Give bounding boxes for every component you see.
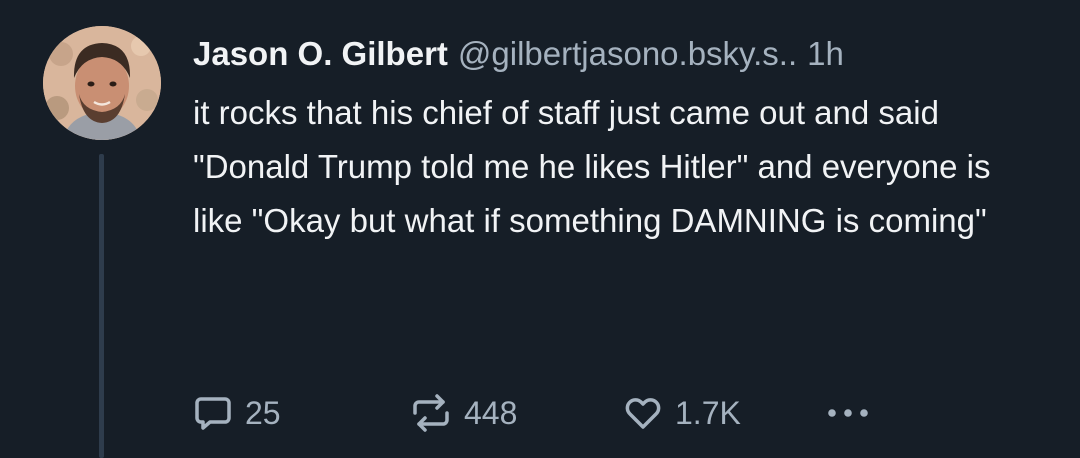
post-content: Jason O. Gilbert @gilbertjasono.bsky.s..… [193, 30, 1053, 248]
thread-line [99, 154, 104, 458]
repost-count: 448 [464, 394, 518, 431]
repost-arrows-icon [410, 393, 452, 433]
post-timestamp[interactable]: 1h [807, 30, 844, 78]
author-name[interactable]: Jason O. Gilbert [193, 30, 448, 78]
repost-button[interactable]: 448 [410, 393, 517, 433]
ellipsis-icon [823, 393, 873, 433]
more-options-button[interactable] [823, 393, 873, 433]
post-card[interactable]: Jason O. Gilbert @gilbertjasono.bsky.s..… [0, 0, 1080, 458]
reply-count: 25 [245, 394, 281, 431]
author-handle[interactable]: @gilbertjasono.bsky.s.. [458, 30, 797, 78]
avatar-image [43, 26, 161, 140]
like-button[interactable]: 1.7K [623, 393, 741, 433]
avatar[interactable] [43, 26, 161, 140]
like-count: 1.7K [675, 394, 741, 431]
post-actions: 25 448 1.7K [193, 393, 913, 433]
post-header: Jason O. Gilbert @gilbertjasono.bsky.s..… [193, 30, 1053, 78]
heart-icon [623, 393, 663, 433]
speech-bubble-icon [193, 393, 233, 433]
reply-button[interactable]: 25 [193, 393, 281, 433]
post-text: it rocks that his chief of staff just ca… [193, 94, 991, 239]
